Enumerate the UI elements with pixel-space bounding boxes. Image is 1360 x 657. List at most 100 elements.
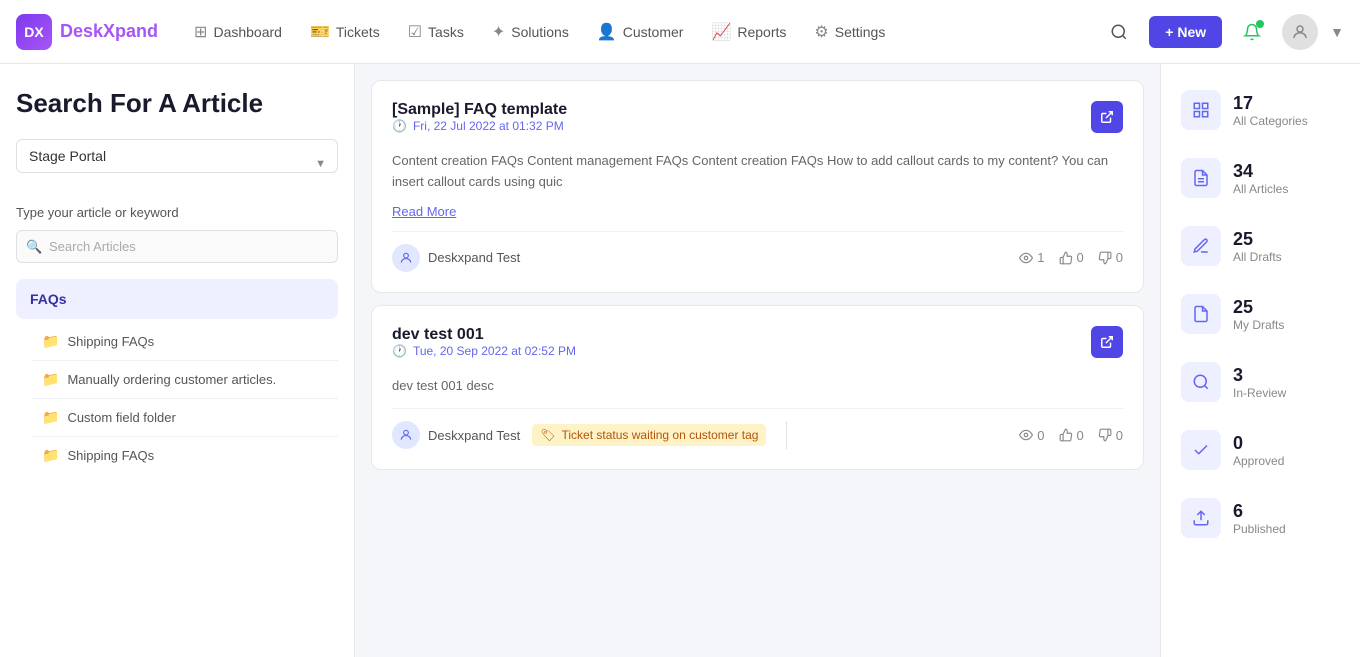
article-footer: Deskxpand Test 1 0 0 [392, 231, 1123, 272]
folder-category-faqs[interactable]: FAQs [16, 279, 338, 319]
nav-label-reports: Reports [737, 24, 786, 40]
stats-card-all-drafts[interactable]: 25 All Drafts [1169, 216, 1352, 276]
logo-text: DeskXpand [60, 21, 158, 42]
dashboard-icon: ⊞ [194, 22, 207, 42]
dislikes-count: 0 [1116, 428, 1123, 443]
right-panel: 17 All Categories 34 All Articles 25 All… [1160, 64, 1360, 657]
stats-count-published: 6 [1233, 501, 1286, 522]
stats-count-my-drafts: 25 [1233, 297, 1284, 318]
stats-count-approved: 0 [1233, 433, 1284, 454]
portal-select[interactable]: Stage Portal [16, 139, 338, 173]
notification-dot [1256, 20, 1264, 28]
sidebar: Search For A Article + Stage Portal Type… [0, 64, 355, 657]
article-stats: 1 0 0 [1019, 250, 1123, 265]
folder-icon: 📁 [42, 409, 59, 426]
article-header: [Sample] FAQ template 🕐 Fri, 22 Jul 2022… [392, 101, 1123, 143]
article-footer: Deskxpand Test 🏷 Ticket status waiting o… [392, 408, 1123, 449]
folder-item[interactable]: 📁Shipping FAQs [32, 323, 338, 361]
stats-text-all-articles: 34 All Articles [1233, 161, 1288, 196]
search-input-wrapper: 🔍 [16, 230, 338, 263]
stats-label-published: Published [1233, 522, 1286, 536]
stats-card-approved[interactable]: 0 Approved [1169, 420, 1352, 480]
search-icon-button[interactable] [1101, 14, 1137, 50]
stats-card-published[interactable]: 6 Published [1169, 488, 1352, 548]
stats-text-published: 6 Published [1233, 501, 1286, 536]
folder-icon: 📁 [42, 371, 59, 388]
clock-icon: 🕐 [392, 119, 407, 133]
folder-item[interactable]: 📁Manually ordering customer articles. [32, 361, 338, 399]
stats-count-in-review: 3 [1233, 365, 1286, 386]
stats-text-all-drafts: 25 All Drafts [1233, 229, 1282, 264]
tickets-icon: 🎫 [310, 22, 330, 42]
stats-card-in-review[interactable]: 3 In-Review [1169, 352, 1352, 412]
dislikes-stat: 0 [1098, 428, 1123, 443]
stats-count-all-drafts: 25 [1233, 229, 1282, 250]
search-input[interactable] [16, 230, 338, 263]
portal-select-wrapper: Stage Portal [16, 139, 338, 189]
nav-item-reports[interactable]: 📈Reports [699, 14, 798, 50]
nav-item-settings[interactable]: ⚙ Settings [802, 14, 897, 50]
external-link-button[interactable] [1091, 326, 1123, 358]
solutions-icon: ✦ [492, 22, 505, 42]
article-excerpt: Content creation FAQs Content management… [392, 151, 1123, 193]
sidebar-title: Search For A Article [16, 88, 263, 119]
article-date: 🕐 Fri, 22 Jul 2022 at 01:32 PM [392, 119, 567, 133]
article-card: dev test 001 🕐 Tue, 20 Sep 2022 at 02:52… [371, 305, 1144, 471]
folder-item[interactable]: 📁 Shipping FAQs [32, 437, 338, 474]
author-info: Deskxpand Test [392, 244, 520, 272]
stats-label-all-drafts: All Drafts [1233, 250, 1282, 264]
user-dropdown-arrow[interactable]: ▼ [1330, 24, 1344, 40]
nav-label-settings: Settings [835, 24, 886, 40]
user-avatar[interactable] [1282, 14, 1318, 50]
likes-stat: 0 [1059, 250, 1084, 265]
nav-item-solutions[interactable]: ✦Solutions [480, 14, 581, 50]
settings-icon: ⚙ [814, 22, 828, 42]
author-name: Deskxpand Test [428, 428, 520, 443]
article-tag: 🏷 Ticket status waiting on customer tag [532, 424, 766, 446]
nav-item-tickets[interactable]: 🎫 Tickets [298, 14, 392, 50]
folder-item[interactable]: 📁 Custom field folder [32, 399, 338, 437]
search-label: Type your article or keyword [16, 205, 338, 220]
search-icon: 🔍 [26, 239, 42, 255]
article-title: dev test 001 [392, 326, 576, 344]
likes-stat: 0 [1059, 428, 1084, 443]
author-avatar [392, 244, 420, 272]
notifications-button[interactable] [1234, 14, 1270, 50]
stats-card-all-categories[interactable]: 17 All Categories [1169, 80, 1352, 140]
article-date: 🕐 Tue, 20 Sep 2022 at 02:52 PM [392, 344, 576, 358]
all-drafts-icon-box [1181, 226, 1221, 266]
article-date-text: Fri, 22 Jul 2022 at 01:32 PM [413, 119, 564, 133]
stats-label-in-review: In-Review [1233, 386, 1286, 400]
approved-icon-box [1181, 430, 1221, 470]
clock-icon: 🕐 [392, 344, 407, 358]
stats-card-my-drafts[interactable]: 25 My Drafts [1169, 284, 1352, 344]
new-button[interactable]: + New [1149, 16, 1222, 48]
stats-label-my-drafts: My Drafts [1233, 318, 1284, 332]
stats-count-all-articles: 34 [1233, 161, 1288, 182]
folder-item-label: Shipping FAQs [67, 448, 154, 463]
author-name: Deskxpand Test [428, 250, 520, 265]
nav-label-tickets: Tickets [336, 24, 380, 40]
logo[interactable]: DX DeskXpand [16, 14, 158, 50]
folder-item-label: Custom field folder [67, 410, 175, 425]
nav-label-tasks: Tasks [428, 24, 464, 40]
external-link-button[interactable] [1091, 101, 1123, 133]
nav-item-dashboard[interactable]: ⊞Dashboard [182, 14, 294, 50]
views-count: 1 [1037, 250, 1044, 265]
views-count: 0 [1037, 428, 1044, 443]
folder-icon: 📁 [42, 447, 59, 464]
my-drafts-icon-box [1181, 294, 1221, 334]
tag-icon: 🏷 [540, 428, 555, 442]
header: DX DeskXpand ⊞Dashboard 🎫 Tickets ☑ Tasks ✦So… [0, 0, 1360, 64]
content-area: [Sample] FAQ template 🕐 Fri, 22 Jul 2022… [355, 64, 1160, 657]
folder-item-label: Shipping FAQs [67, 334, 154, 349]
nav-item-tasks[interactable]: ☑ Tasks [396, 14, 476, 50]
read-more-link[interactable]: Read More [392, 204, 456, 219]
nav-item-customer[interactable]: 👤Customer [585, 14, 696, 50]
stats-text-my-drafts: 25 My Drafts [1233, 297, 1284, 332]
article-excerpt: dev test 001 desc [392, 376, 1123, 397]
nav-label-customer: Customer [623, 24, 684, 40]
tasks-icon: ☑ [408, 22, 422, 42]
all-articles-icon-box [1181, 158, 1221, 198]
stats-card-all-articles[interactable]: 34 All Articles [1169, 148, 1352, 208]
